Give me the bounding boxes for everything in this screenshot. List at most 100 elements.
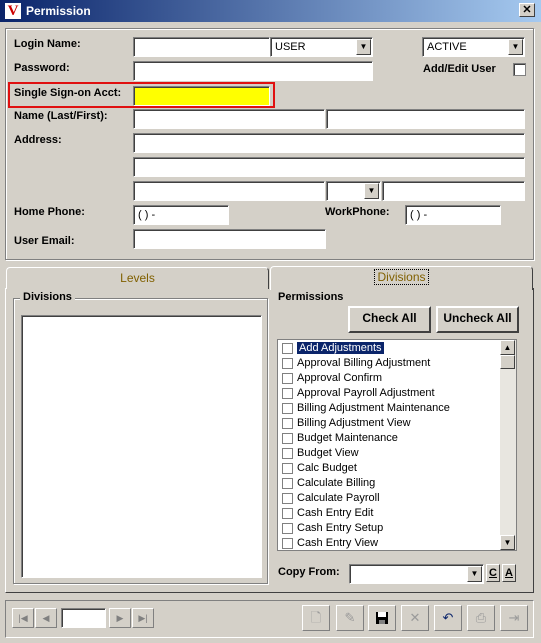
permission-label: Billing Adjustment Maintenance (297, 402, 450, 414)
password-label: Password: (14, 62, 70, 74)
work-phone-input[interactable]: ( ) - (405, 205, 501, 225)
permission-label: Budget View (297, 447, 359, 459)
chevron-down-icon[interactable]: ▼ (467, 566, 482, 582)
divisions-label: Divisions (20, 291, 75, 303)
divisions-list[interactable] (21, 315, 262, 578)
edit-icon[interactable]: ✎ (336, 605, 364, 631)
login-name-input[interactable] (133, 37, 270, 57)
list-item[interactable]: Billing Adjustment Maintenance (279, 401, 499, 416)
scroll-thumb[interactable] (500, 355, 515, 369)
tab-levels[interactable]: Levels (6, 267, 269, 289)
permission-checkbox[interactable] (282, 387, 293, 399)
list-item[interactable]: Calc Budget (279, 461, 499, 476)
user-type-select[interactable]: USER ▼ (270, 37, 373, 57)
tab-divisions[interactable]: Divisions (270, 266, 533, 290)
list-item[interactable]: Approval Confirm (279, 371, 499, 386)
first-name-input[interactable] (326, 109, 525, 129)
permission-label: Calculate Payroll (297, 492, 380, 504)
permission-checkbox[interactable] (282, 417, 293, 429)
permission-checkbox[interactable] (282, 447, 293, 459)
list-item[interactable]: Cash Entry View (279, 536, 499, 550)
status-select[interactable]: ACTIVE ▼ (422, 37, 525, 57)
address-line2-input[interactable] (133, 157, 525, 177)
copy-a-button[interactable]: A (502, 564, 516, 582)
permission-checkbox[interactable] (282, 402, 293, 414)
prev-record-icon[interactable]: ◀ (35, 608, 57, 628)
permissions-scrollbar[interactable]: ▲ ▼ (500, 340, 516, 550)
list-item[interactable]: Calculate Billing (279, 476, 499, 491)
list-item[interactable]: Approval Payroll Adjustment (279, 386, 499, 401)
scroll-up-icon[interactable]: ▲ (500, 340, 515, 355)
city-input[interactable] (133, 181, 325, 201)
tab-divisions-label: Divisions (374, 269, 429, 285)
permission-checkbox[interactable] (282, 492, 293, 504)
exit-icon[interactable]: ⇥ (500, 605, 528, 631)
last-record-icon[interactable]: ▶| (132, 608, 154, 628)
list-item[interactable]: Budget Maintenance (279, 431, 499, 446)
sso-account-input[interactable] (133, 86, 270, 106)
list-item[interactable]: Calculate Payroll (279, 491, 499, 506)
copy-from-select[interactable]: ▼ (349, 564, 484, 584)
permission-checkbox[interactable] (282, 477, 293, 489)
delete-icon[interactable]: ✕ (401, 605, 429, 631)
permission-label: Calc Budget (297, 462, 357, 474)
permission-label: Cash Entry Edit (297, 507, 374, 519)
permissions-list[interactable]: Add Adjustments Approval Billing Adjustme… (277, 339, 517, 551)
copy-c-button[interactable]: C (486, 564, 500, 582)
permission-label: Approval Billing Adjustment (297, 357, 431, 369)
window-title: Permission (26, 4, 91, 18)
password-input[interactable] (133, 61, 373, 81)
permission-label: Budget Maintenance (297, 432, 398, 444)
permission-checkbox[interactable] (282, 522, 293, 534)
permission-checkbox[interactable] (282, 432, 293, 444)
address-label: Address: (14, 134, 62, 146)
home-phone-input[interactable]: ( ) - (133, 205, 229, 225)
sso-label: Single Sign-on Acct: (14, 87, 122, 99)
list-item[interactable]: Billing Adjustment View (279, 416, 499, 431)
print-icon[interactable]: ⎙ (467, 605, 495, 631)
permission-label: Approval Payroll Adjustment (297, 387, 435, 399)
list-item[interactable]: Cash Entry Edit (279, 506, 499, 521)
first-record-icon[interactable]: |◀ (12, 608, 34, 628)
list-item[interactable]: Add Adjustments (279, 341, 499, 356)
chevron-down-icon[interactable]: ▼ (508, 39, 523, 55)
zip-input[interactable] (382, 181, 525, 201)
permission-checkbox[interactable] (282, 342, 293, 354)
permission-checkbox[interactable] (282, 357, 293, 369)
permission-checkbox[interactable] (282, 507, 293, 519)
last-name-input[interactable] (133, 109, 325, 129)
chevron-down-icon[interactable]: ▼ (356, 39, 371, 55)
check-all-button[interactable]: Check All (348, 306, 431, 333)
permission-checkbox[interactable] (282, 462, 293, 474)
copy-from-label: Copy From: (278, 566, 340, 578)
add-edit-user-label: Add/Edit User (423, 63, 496, 75)
login-name-label: Login Name: (14, 38, 81, 50)
permissions-label: Permissions (278, 291, 344, 303)
record-number-input[interactable] (61, 608, 106, 628)
list-item[interactable]: Budget View (279, 446, 499, 461)
title-bar[interactable]: V Permission ✕ (0, 0, 541, 22)
next-record-icon[interactable]: ▶ (109, 608, 131, 628)
work-phone-label: WorkPhone: (325, 206, 390, 218)
uncheck-all-button[interactable]: Uncheck All (436, 306, 519, 333)
save-icon[interactable] (368, 605, 396, 631)
scroll-down-icon[interactable]: ▼ (500, 535, 515, 550)
list-item[interactable]: Cash Entry Setup (279, 521, 499, 536)
permission-label: Cash Entry Setup (297, 522, 384, 534)
state-select[interactable]: ▼ (326, 181, 381, 201)
list-item[interactable]: Approval Billing Adjustment (279, 356, 499, 371)
permission-checkbox[interactable] (282, 372, 293, 384)
permissions-items: Add Adjustments Approval Billing Adjustme… (279, 341, 499, 550)
chevron-down-icon[interactable]: ▼ (364, 183, 379, 199)
permission-label: Add Adjustments (297, 342, 384, 354)
permission-label: Approval Confirm (297, 372, 382, 384)
new-document-icon[interactable]: 🗋 (302, 605, 330, 631)
undo-icon[interactable]: ↶ (434, 605, 462, 631)
home-phone-label: Home Phone: (14, 206, 85, 218)
permission-checkbox[interactable] (282, 537, 293, 549)
close-button[interactable]: ✕ (519, 3, 535, 17)
add-edit-user-checkbox[interactable] (513, 63, 526, 76)
app-logo-icon: V (5, 3, 21, 19)
address-line1-input[interactable] (133, 133, 525, 153)
email-input[interactable] (133, 229, 326, 249)
